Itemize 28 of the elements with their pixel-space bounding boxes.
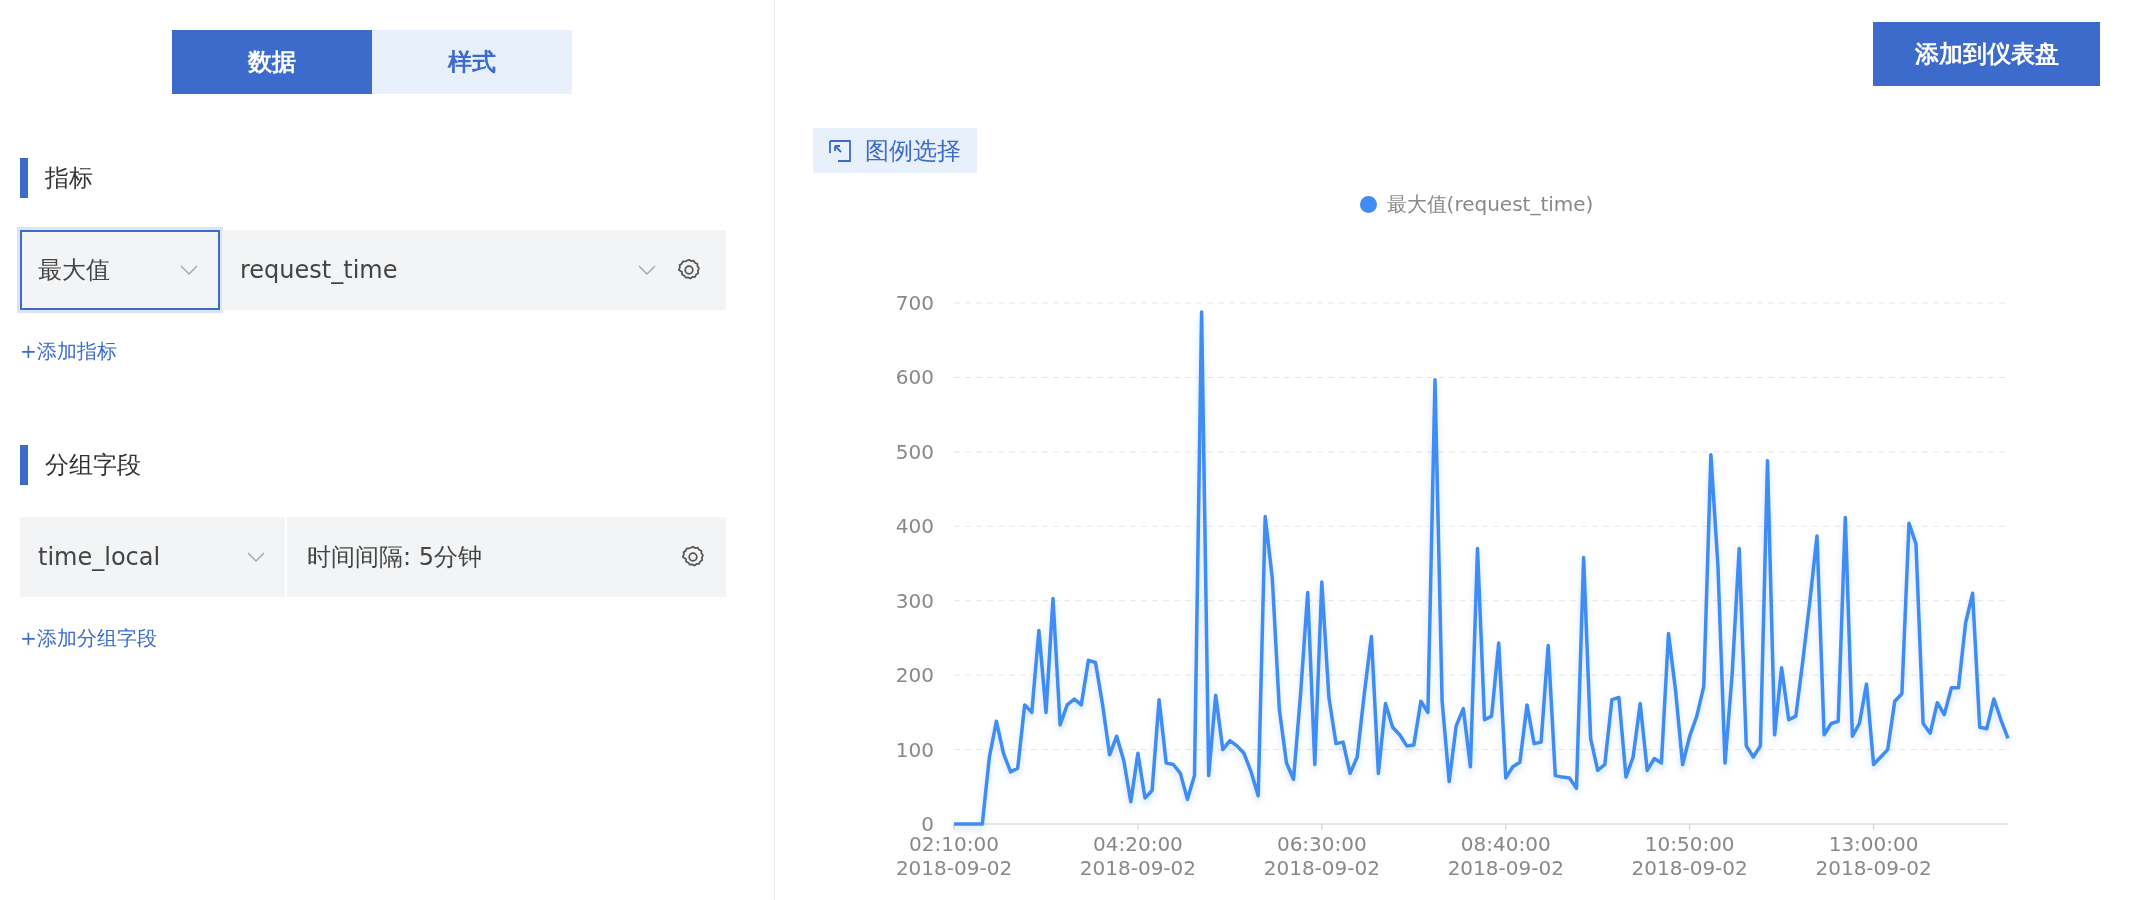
tab[interactable]: 样式: [372, 30, 572, 94]
y-axis-label: 700: [895, 291, 934, 315]
y-axis-label: 500: [895, 439, 934, 464]
section-title: 指标: [20, 158, 774, 198]
dropdown-select[interactable]: time_local: [20, 517, 285, 597]
add-to-dashboard-button[interactable]: 添加到仪表盘: [1873, 22, 2100, 86]
section-title: 分组字段: [20, 445, 774, 485]
y-axis-label: 600: [895, 365, 934, 390]
interval-field[interactable]: 时间间隔: 5分钟: [287, 517, 726, 597]
add-link[interactable]: +添加指标: [20, 338, 117, 365]
y-axis-label: 100: [895, 737, 934, 762]
arrow-box-icon: [829, 139, 851, 162]
x-axis-label: 10:50:00 2018-09-02: [1631, 832, 1748, 880]
dropdown-select[interactable]: 最大值: [20, 230, 220, 310]
x-axis-label: 04:20:00 2018-09-02: [1079, 832, 1197, 880]
tab[interactable]: 数据: [172, 30, 372, 94]
x-axis-label: 13:00:00 2018-09-02: [1815, 832, 1932, 880]
add-link[interactable]: +添加分组字段: [20, 625, 157, 652]
y-axis-label: 200: [895, 663, 934, 688]
x-axis-label: 08:40:00 2018-09-02: [1447, 832, 1564, 880]
chevron-down-icon: [180, 265, 198, 275]
x-axis-label: 06:30:00 2018-09-02: [1263, 832, 1380, 880]
legend-select-button[interactable]: 图例选择: [813, 128, 977, 173]
dropdown-select[interactable]: request_time: [222, 230, 676, 310]
y-axis-label: 400: [895, 514, 934, 539]
chevron-down-icon: [638, 265, 656, 275]
chevron-down-icon: [247, 552, 265, 562]
y-axis-label: 300: [895, 588, 934, 613]
